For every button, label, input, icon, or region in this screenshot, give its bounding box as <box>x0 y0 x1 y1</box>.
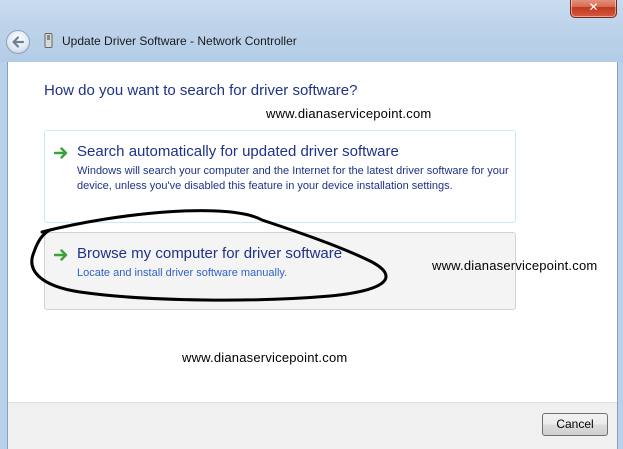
watermark-text: www.dianaservicepoint.com <box>432 258 598 273</box>
watermark-text: www.dianaservicepoint.com <box>266 106 432 121</box>
option-title: Search automatically for updated driver … <box>77 143 399 160</box>
back-button[interactable] <box>6 30 30 54</box>
wizard-footer: Cancel <box>8 402 617 449</box>
window-titlebar: ✕ Update Driver Software - Network Contr… <box>0 0 623 62</box>
close-icon: ✕ <box>588 0 599 14</box>
cancel-button[interactable]: Cancel <box>542 413 608 436</box>
green-arrow-icon <box>54 249 68 261</box>
network-adapter-icon <box>44 33 53 48</box>
search-automatically-option[interactable]: Search automatically for updated driver … <box>44 130 516 223</box>
page-heading: How do you want to search for driver sof… <box>44 82 358 99</box>
back-arrow-icon <box>12 36 25 48</box>
watermark-text: www.dianaservicepoint.com <box>182 350 348 365</box>
window-title: Update Driver Software - Network Control… <box>62 34 297 48</box>
option-title: Browse my computer for driver software <box>77 245 343 262</box>
option-description: Windows will search your computer and th… <box>77 165 509 192</box>
wizard-content: How do you want to search for driver sof… <box>7 62 618 449</box>
close-button[interactable]: ✕ <box>570 0 617 18</box>
green-arrow-icon <box>54 147 68 159</box>
